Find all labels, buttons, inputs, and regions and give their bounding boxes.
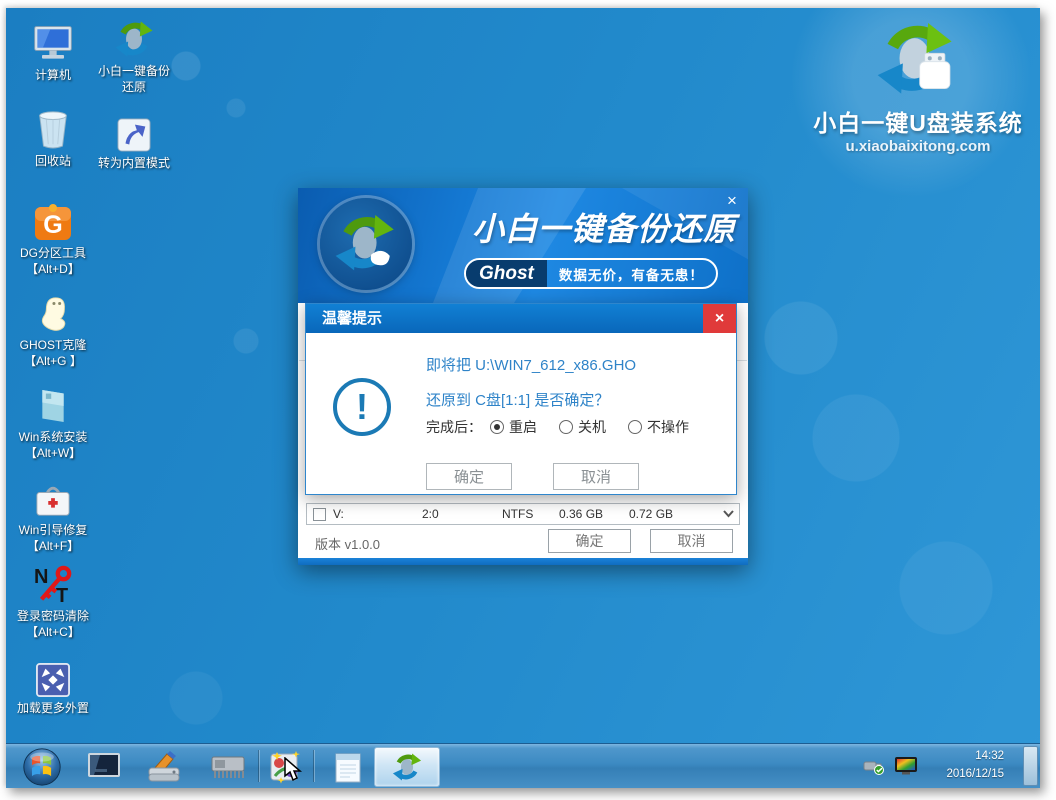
drive-position: 2:0 <box>422 507 439 521</box>
icon-label: 加载更多外置 <box>17 701 89 715</box>
radio-shutdown[interactable] <box>559 420 573 434</box>
taskbar-xiaobai-app-active[interactable] <box>374 747 440 787</box>
icon-label: Win系统安装 <box>19 430 88 444</box>
after-label: 完成后： <box>426 417 482 437</box>
svg-text:G: G <box>43 211 62 239</box>
app-logo <box>320 198 412 290</box>
show-desktop-button[interactable] <box>1023 746 1038 786</box>
after-finish-options: 完成后： 重启 关机 不操作 <box>426 417 711 437</box>
drive-used: 0.36 GB <box>559 507 603 521</box>
window-cancel-button[interactable]: 取消 <box>650 529 733 553</box>
computer-icon <box>31 20 75 64</box>
radio-restart[interactable] <box>490 420 504 434</box>
message-line-1: 即将把 U:\WIN7_612_x86.GHO <box>426 354 636 375</box>
dialog-close-icon[interactable]: × <box>703 304 736 333</box>
window-close-icon[interactable]: × <box>722 191 742 211</box>
start-button[interactable] <box>20 744 64 788</box>
icon-label: 登录密码清除 <box>17 609 89 623</box>
taskbar: 14:32 2016/12/15 <box>6 743 1040 788</box>
icon-label: 回收站 <box>35 154 71 168</box>
taskbar-memory-app[interactable] <box>208 744 248 788</box>
ghost-slogan-pill: Ghost 数据无价，有备无患！ <box>464 258 718 289</box>
nt-key-icon: NT <box>32 561 74 605</box>
window-bottom-strip <box>298 558 748 565</box>
taskbar-notepad-app[interactable] <box>328 744 368 788</box>
desktop: 计算机 小白一键备份还原 回收站 转为内置模式 G DG分区工具【Alt+D】 … <box>6 8 1040 788</box>
display-settings-icon[interactable] <box>894 756 918 781</box>
desktop-icon-boot-repair[interactable]: Win引导修复【Alt+F】 <box>10 475 96 554</box>
version-label: 版本 v1.0.0 <box>315 534 380 553</box>
desktop-icon-load-more[interactable]: 加载更多外置 <box>10 653 96 716</box>
window-banner: 小白一键备份还原 Ghost 数据无价，有备无患！ × <box>298 188 748 303</box>
desktop-icon-computer[interactable]: 计算机 <box>10 20 96 83</box>
icon-label: 小白一键备份 <box>98 64 170 78</box>
dialog-ok-button[interactable]: 确定 <box>426 463 512 490</box>
usb-circular-arrows-icon <box>875 18 961 102</box>
svg-text:T: T <box>56 585 68 605</box>
option-shutdown[interactable]: 关机 <box>559 417 606 437</box>
tray-time: 14:32 <box>946 748 1004 766</box>
desktop-icon-dg-partition[interactable]: G DG分区工具【Alt+D】 <box>10 198 96 277</box>
drive-row[interactable]: V: 2:0 NTFS 0.36 GB 0.72 GB <box>306 503 740 525</box>
option-restart[interactable]: 重启 <box>490 417 537 437</box>
drive-filesystem: NTFS <box>502 507 533 521</box>
circular-arrows-icon <box>113 16 155 60</box>
ghost-icon <box>34 290 72 334</box>
svg-text:N: N <box>34 566 48 588</box>
mouse-cursor <box>282 757 304 788</box>
first-aid-kit-icon <box>34 475 72 519</box>
message-line-2: 还原到 C盘[1:1] 是否确定？ <box>426 389 609 410</box>
diskgenius-icon: G <box>33 198 73 242</box>
dialog-cancel-button[interactable]: 取消 <box>553 463 639 490</box>
radio-none[interactable] <box>628 420 642 434</box>
prompt-dialog: 温馨提示 × ! 即将把 U:\WIN7_612_x86.GHO 还原到 C盘[… <box>305 303 737 495</box>
install-card-icon <box>37 382 69 426</box>
ghost-badge: Ghost <box>466 260 547 287</box>
chevron-down-icon[interactable] <box>723 507 734 521</box>
recycle-bin-icon <box>34 106 72 150</box>
drive-checkbox[interactable] <box>313 508 326 521</box>
taskbar-disk-cleanup-app[interactable] <box>144 744 184 788</box>
desktop-icon-win-install[interactable]: Win系统安装【Alt+W】 <box>10 382 96 461</box>
window-ok-button[interactable]: 确定 <box>548 529 631 553</box>
usb-safely-remove-icon[interactable] <box>863 757 886 781</box>
brand-title: 小白一键U盘装系统 <box>798 104 1038 138</box>
dialog-title: 温馨提示 <box>306 304 736 333</box>
warning-icon: ! <box>333 378 391 436</box>
desktop-icon-password-clear[interactable]: NT 登录密码清除【Alt+C】 <box>10 561 96 640</box>
icon-label: DG分区工具 <box>20 246 86 260</box>
option-none[interactable]: 不操作 <box>628 417 689 437</box>
switch-mode-icon <box>117 108 151 152</box>
icon-label: Win引导修复 <box>19 523 88 537</box>
drive-name: V: <box>333 507 344 521</box>
brand-url: u.xiaobaixitong.com <box>798 138 1038 155</box>
clock-tray[interactable]: 14:32 2016/12/15 <box>946 748 1004 784</box>
taskbar-display-app[interactable] <box>84 744 124 788</box>
brand-logo: 小白一键U盘装系统 u.xiaobaixitong.com <box>798 18 1038 155</box>
taskbar-separator <box>313 750 315 782</box>
icon-label: GHOST克隆 <box>20 338 87 352</box>
icon-label: 计算机 <box>35 68 71 82</box>
icon-label: 转为内置模式 <box>98 156 170 170</box>
expand-arrows-icon <box>36 653 70 697</box>
drive-size: 0.72 GB <box>629 507 673 521</box>
desktop-icon-internal-mode[interactable]: 转为内置模式 <box>88 108 180 171</box>
desktop-icon-xiaobai-backup[interactable]: 小白一键备份还原 <box>88 16 180 95</box>
tray-date: 2016/12/15 <box>946 766 1004 784</box>
slogan-text: 数据无价，有备无患！ <box>547 260 716 287</box>
taskbar-separator <box>258 750 260 782</box>
desktop-icon-recycle-bin[interactable]: 回收站 <box>10 106 96 169</box>
desktop-icon-ghost-clone[interactable]: GHOST克隆【Alt+G 】 <box>10 290 96 369</box>
window-title: 小白一键备份还原 <box>466 204 742 250</box>
